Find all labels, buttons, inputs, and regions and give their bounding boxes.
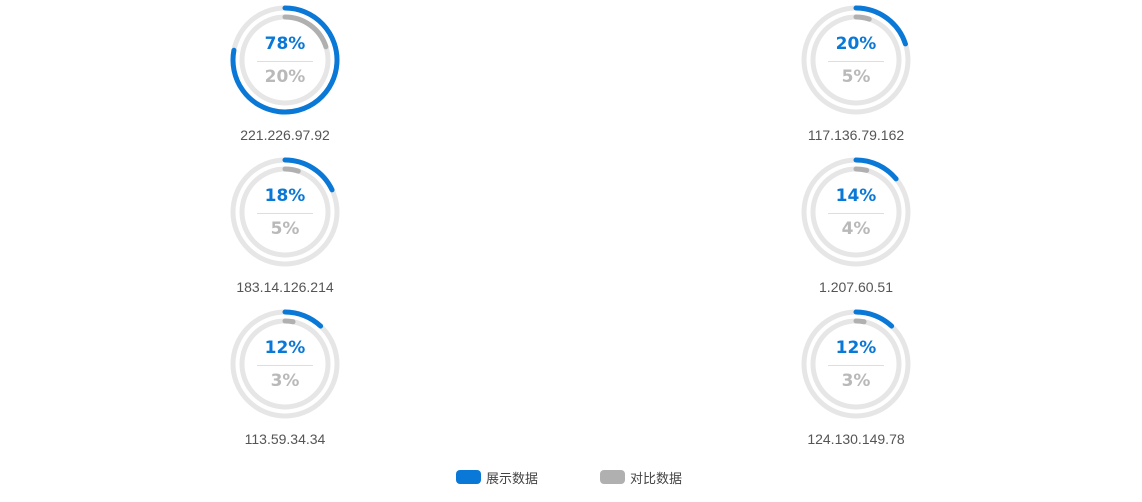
- primary-percent: 12%: [264, 338, 306, 358]
- gauge-card: 78% 20% 221.226.97.92: [220, 5, 350, 150]
- gauge-card: 20% 5% 117.136.79.162: [791, 5, 921, 150]
- secondary-percent: 3%: [270, 371, 300, 391]
- gauge-secondary-arc: [853, 14, 872, 22]
- ip-address-label: 124.130.149.78: [807, 431, 905, 447]
- legend-label-primary: 展示数据: [486, 471, 539, 487]
- gauge-secondary-arc: [853, 166, 870, 173]
- gauge-divider: [828, 213, 884, 214]
- gauge-divider: [828, 365, 884, 366]
- gauge-secondary-arc: [282, 318, 296, 325]
- gauge-secondary-arc: [853, 318, 867, 325]
- legend-item-primary[interactable]: 展示数据: [456, 468, 539, 487]
- gauge-dashboard: 78% 20% 221.226.97.92 20% 5% 117.136.79.…: [0, 0, 1142, 502]
- gauge-inner-track: [239, 318, 331, 410]
- ip-address-label: 117.136.79.162: [807, 127, 905, 143]
- legend-swatch-primary: [456, 470, 481, 484]
- primary-percent: 18%: [264, 186, 306, 206]
- gauge-card: 18% 5% 183.14.126.214: [220, 157, 350, 302]
- secondary-percent: 3%: [841, 371, 871, 391]
- legend-label-secondary: 对比数据: [630, 471, 683, 487]
- gauge-card: 12% 3% 124.130.149.78: [791, 309, 921, 454]
- secondary-percent: 5%: [270, 219, 300, 239]
- ip-address-label: 113.59.34.34: [244, 431, 326, 447]
- gauge-divider: [257, 365, 313, 366]
- gauge-card: 12% 3% 113.59.34.34: [220, 309, 350, 454]
- gauge-secondary-arc: [282, 166, 301, 174]
- chart-legend: 展示数据 对比数据: [0, 468, 1142, 487]
- primary-percent: 78%: [264, 34, 306, 54]
- legend-swatch-secondary: [600, 470, 625, 484]
- gauge-inner-track: [810, 14, 902, 106]
- primary-percent: 12%: [835, 338, 877, 358]
- secondary-percent: 4%: [841, 219, 871, 239]
- primary-percent: 20%: [835, 34, 877, 54]
- secondary-percent: 20%: [264, 67, 306, 87]
- gauge-divider: [828, 61, 884, 62]
- gauge-inner-track: [810, 318, 902, 410]
- gauge-inner-track: [239, 166, 331, 258]
- ip-address-label: 1.207.60.51: [819, 279, 893, 295]
- gauge-card: 14% 4% 1.207.60.51: [791, 157, 921, 302]
- gauge-inner-track: [810, 166, 902, 258]
- gauge-divider: [257, 61, 313, 62]
- legend-item-secondary[interactable]: 对比数据: [600, 468, 683, 487]
- secondary-percent: 5%: [841, 67, 871, 87]
- ip-address-label: 183.14.126.214: [236, 279, 334, 295]
- ip-address-label: 221.226.97.92: [240, 127, 330, 143]
- primary-percent: 14%: [835, 186, 877, 206]
- gauge-divider: [257, 213, 313, 214]
